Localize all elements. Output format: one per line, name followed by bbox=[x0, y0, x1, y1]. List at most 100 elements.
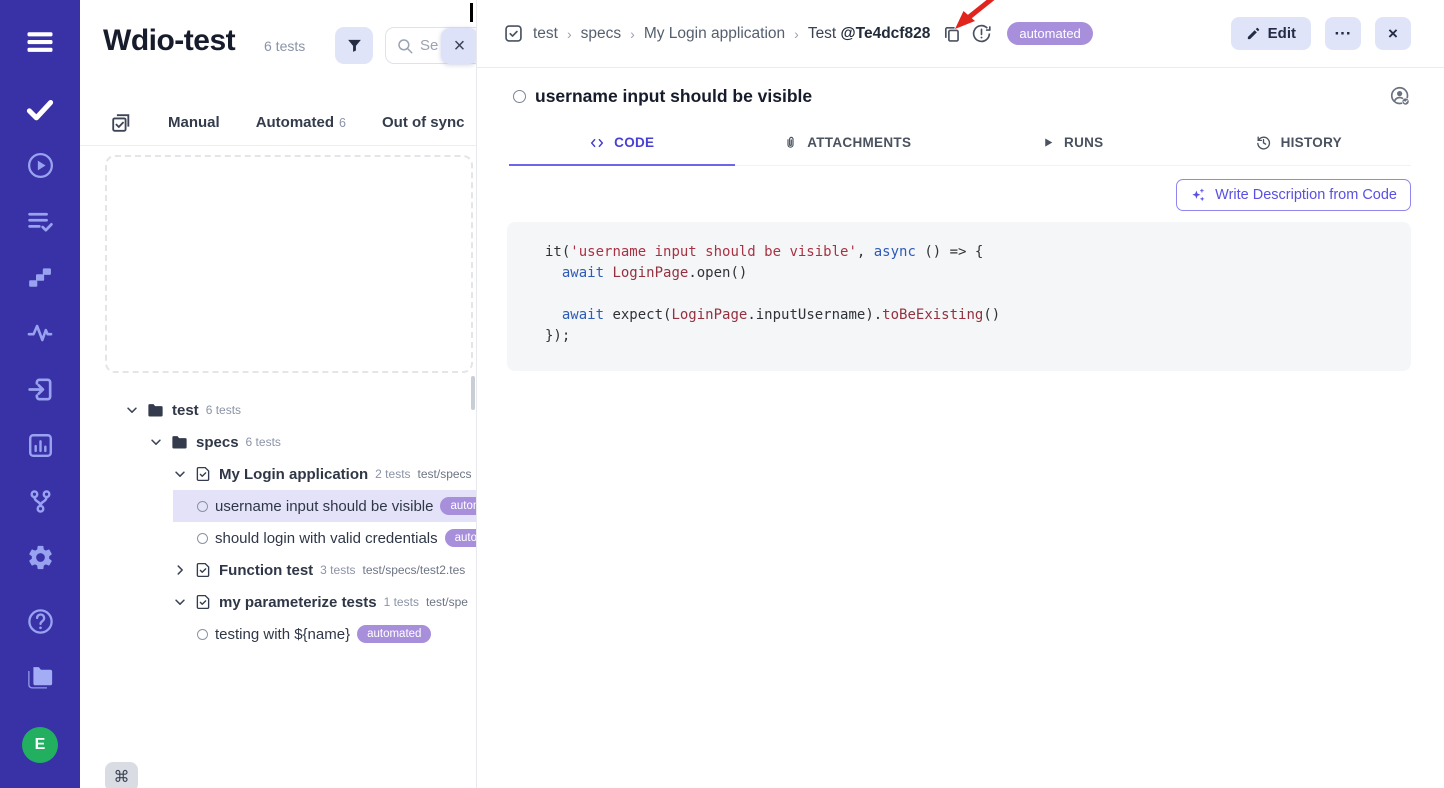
tree-item-count: 2 tests bbox=[375, 467, 410, 481]
file-check-icon bbox=[194, 593, 212, 611]
test-id: @Te4dcf828 bbox=[841, 25, 931, 42]
play-icon bbox=[1042, 136, 1055, 149]
chevron-down-icon[interactable] bbox=[173, 467, 187, 481]
chevron-down-icon[interactable] bbox=[173, 595, 187, 609]
sidebar-item-gear[interactable] bbox=[18, 535, 62, 579]
folders-icon bbox=[25, 662, 56, 693]
tree-item-label: Function test bbox=[219, 562, 313, 579]
code-line: it('username input should be visible', a… bbox=[545, 242, 1391, 263]
panel-tab-out-of-sync[interactable]: Out of sync bbox=[382, 114, 465, 131]
breadcrumb-item[interactable]: test bbox=[533, 25, 558, 43]
detail-header: test › specs › My Login application › Test @Te… bbox=[477, 0, 1444, 68]
panel-tab-manual[interactable]: Manual bbox=[168, 114, 220, 131]
search-icon bbox=[396, 37, 414, 55]
breadcrumb-separator: › bbox=[794, 26, 799, 42]
automated-badge: automated bbox=[357, 625, 431, 643]
breadcrumb-item[interactable]: My Login application bbox=[644, 25, 785, 43]
tree-item-label: My Login application bbox=[219, 466, 368, 483]
breadcrumb-current: Test @Te4dcf828 bbox=[808, 25, 931, 43]
tab-history[interactable]: HISTORY bbox=[1186, 134, 1412, 166]
edit-button[interactable]: Edit bbox=[1231, 17, 1311, 50]
folder-icon bbox=[170, 433, 189, 452]
close-detail-button[interactable]: × bbox=[1375, 17, 1411, 50]
tree-item-test[interactable]: test6 tests bbox=[80, 394, 477, 426]
test-title-row: username input should be visible bbox=[513, 86, 1411, 107]
stairs-icon bbox=[27, 264, 53, 290]
panel-tab-label: Manual bbox=[168, 114, 220, 131]
bar-chart-icon bbox=[26, 431, 55, 460]
sidebar-item-play-circle[interactable] bbox=[18, 143, 62, 187]
tree-item-label: testing with ${name} bbox=[215, 626, 350, 643]
tests-panel: Wdio-test 6 tests × ManualAutomated6Out … bbox=[80, 0, 477, 788]
hamburger-icon bbox=[23, 27, 57, 57]
sidebar-item-bar-chart[interactable] bbox=[18, 423, 62, 467]
write-description-button[interactable]: Write Description from Code bbox=[1176, 179, 1411, 211]
check-icon bbox=[25, 94, 55, 124]
tree-item-label: test bbox=[172, 402, 199, 419]
chevron-right-icon[interactable] bbox=[173, 563, 187, 577]
tab-runs[interactable]: RUNS bbox=[960, 134, 1186, 166]
tree-item-label: should login with valid credentials bbox=[215, 530, 438, 547]
tab-label: ATTACHMENTS bbox=[807, 135, 911, 150]
tree-item-label: my parameterize tests bbox=[219, 594, 377, 611]
tree-item-my-login-application[interactable]: My Login application2 teststest/specs bbox=[80, 458, 477, 490]
panel-tab-automated[interactable]: Automated6 bbox=[256, 114, 346, 131]
sidebar-item-hamburger[interactable] bbox=[18, 20, 62, 64]
sidebar-item-list-check[interactable] bbox=[18, 199, 62, 243]
funnel-icon bbox=[346, 37, 363, 54]
select-all-icon[interactable] bbox=[110, 112, 132, 134]
tab-attachments[interactable]: ATTACHMENTS bbox=[735, 134, 961, 166]
tree-item-my-parameterize-tests[interactable]: my parameterize tests1 teststest/spe bbox=[80, 586, 477, 618]
sidebar-item-import[interactable] bbox=[18, 367, 62, 411]
sidebar-item-folders[interactable] bbox=[18, 655, 62, 699]
detail-tabs: CODE ATTACHMENTS RUNSHISTORY bbox=[509, 134, 1411, 166]
filter-button[interactable] bbox=[335, 27, 373, 64]
code-line: }); bbox=[545, 326, 1391, 347]
test-status-circle-icon bbox=[513, 90, 526, 103]
sidebar-item-help[interactable] bbox=[18, 599, 62, 643]
status-circle-icon bbox=[197, 533, 208, 544]
chevron-down-icon[interactable] bbox=[149, 435, 163, 449]
sidebar-item-check[interactable] bbox=[18, 87, 62, 131]
test-tree: test6 testsspecs6 tests My Login applicat… bbox=[80, 394, 477, 650]
tree-item-count: 3 tests bbox=[320, 563, 355, 577]
tree-item-label: specs bbox=[196, 434, 239, 451]
code-icon bbox=[589, 135, 605, 151]
tab-code[interactable]: CODE bbox=[509, 134, 735, 166]
tree-item-username-input-should-be-visible[interactable]: username input should be visible automate… bbox=[173, 490, 477, 522]
pencil-icon bbox=[1246, 26, 1261, 41]
more-options-button[interactable]: ··· bbox=[1325, 17, 1361, 50]
tree-item-label: username input should be visible bbox=[215, 498, 433, 515]
assignee-icon[interactable] bbox=[1390, 86, 1411, 107]
chevron-down-icon[interactable] bbox=[125, 403, 139, 417]
breadcrumb: test › specs › My Login application › Test @Te… bbox=[503, 22, 1231, 45]
drag-drop-zone[interactable] bbox=[105, 155, 473, 373]
keyboard-shortcuts-button[interactable]: ⌘ bbox=[105, 762, 138, 788]
sidebar-item-activity[interactable] bbox=[18, 311, 62, 355]
import-icon bbox=[26, 375, 55, 404]
breadcrumb-separator: › bbox=[630, 26, 635, 42]
project-test-count: 6 tests bbox=[264, 38, 305, 54]
breadcrumb-separator: › bbox=[567, 26, 572, 42]
code-line bbox=[545, 284, 1391, 305]
tree-item-function-test[interactable]: Function test3 teststest/specs/test2.tes bbox=[80, 554, 477, 586]
automated-badge: automated bbox=[445, 529, 477, 547]
automated-badge: automated bbox=[440, 497, 477, 515]
status-circle-icon bbox=[197, 501, 208, 512]
paperclip-icon bbox=[783, 135, 798, 150]
copy-id-button[interactable] bbox=[941, 23, 962, 44]
tree-item-testing-with-name-[interactable]: testing with ${name} automated bbox=[173, 618, 477, 650]
sidebar-item-git-branch[interactable] bbox=[18, 479, 62, 523]
tree-item-specs[interactable]: specs6 tests bbox=[80, 426, 477, 458]
help-icon bbox=[26, 607, 55, 636]
activity-icon bbox=[26, 319, 54, 347]
play-circle-icon bbox=[26, 151, 55, 180]
tree-item-path: test/spe bbox=[426, 595, 468, 609]
app-sidebar: E bbox=[0, 0, 80, 788]
breadcrumb-item[interactable]: specs bbox=[581, 25, 622, 43]
sidebar-item-stairs[interactable] bbox=[18, 255, 62, 299]
tree-item-should-login-with-valid-credentials[interactable]: should login with valid credentials autom… bbox=[173, 522, 477, 554]
user-avatar[interactable]: E bbox=[22, 727, 58, 763]
panel-scrollbar[interactable] bbox=[471, 376, 475, 410]
panel-close-button[interactable]: × bbox=[441, 28, 477, 64]
